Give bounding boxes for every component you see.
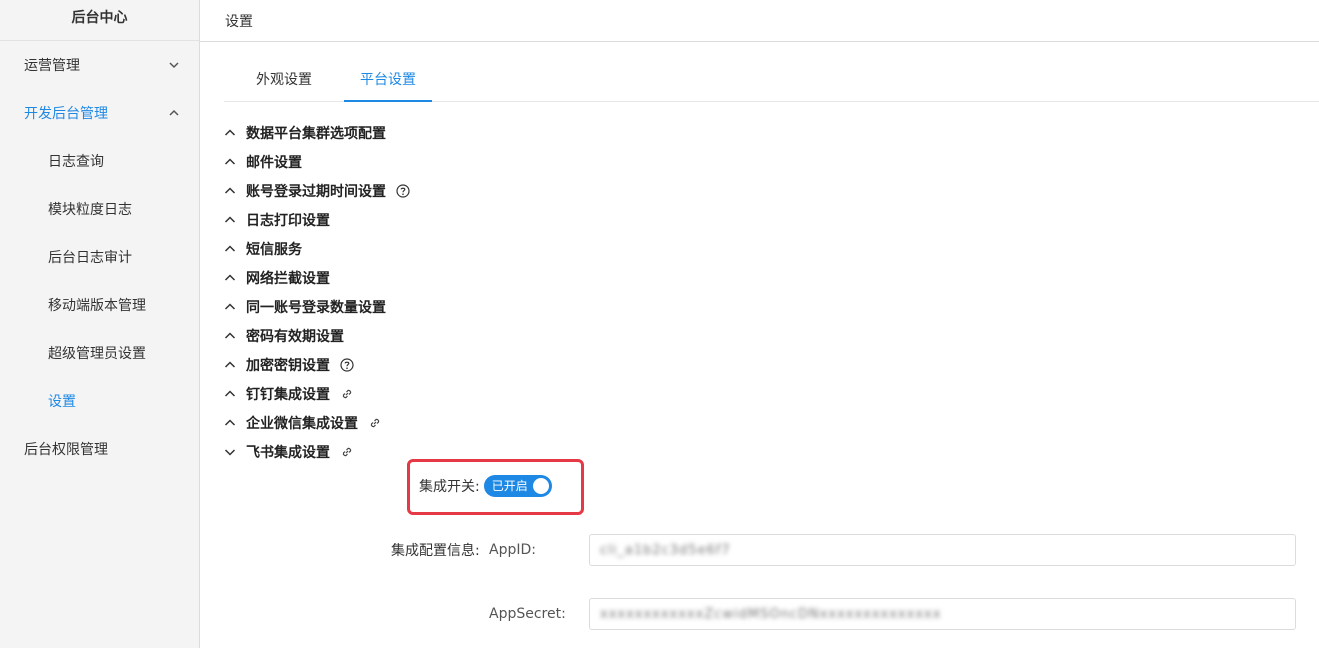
sidebar: 后台中心 运营管理 开发后台管理 日志查询 模块粒度日志 后台日志审计 移动端版… [0,0,200,648]
section-label: 邮件设置 [246,154,302,171]
config-info-label: 集成配置信息: [391,543,480,559]
switch-label: 集成开关: [419,479,480,495]
section-wecom[interactable]: 企业微信集成设置 [224,408,410,437]
sidebar-item-label: 后台日志审计 [48,250,132,266]
caret-up-icon [224,359,246,371]
integration-toggle[interactable]: 已开启 [483,475,552,497]
sidebar-item-dev-admin[interactable]: 开发后台管理 [0,89,199,137]
sidebar-item-operations[interactable]: 运营管理 [0,41,199,89]
sidebar-item-label: 日志查询 [48,154,104,170]
section-feishu[interactable]: 飞书集成设置 [224,437,410,466]
section-mail[interactable]: 邮件设置 [224,147,410,176]
sidebar-item-label: 开发后台管理 [24,106,108,122]
section-label: 短信服务 [246,241,302,258]
sidebar-item-label: 超级管理员设置 [48,346,146,362]
sidebar-item-permissions[interactable]: 后台权限管理 [0,425,199,473]
sidebar-item-label: 设置 [48,394,76,410]
caret-up-icon [224,243,246,255]
section-login-count[interactable]: 同一账号登录数量设置 [224,292,410,321]
sidebar-item-label: 模块粒度日志 [48,202,132,218]
chevron-down-icon [167,58,181,72]
section-label: 网络拦截设置 [246,270,330,287]
section-label: 加密密钥设置 [246,357,330,374]
caret-up-icon [224,127,246,139]
caret-up-icon [224,185,246,197]
appsecret-input[interactable]: xxxxxxxxxxxxZcwidMSOncDNxxxxxxxxxxxxxx [589,598,1296,630]
section-label: 同一账号登录数量设置 [246,299,386,316]
brand-title: 后台中心 [0,0,199,41]
sidebar-item-label: 移动端版本管理 [48,298,146,314]
sidebar-item-settings[interactable]: 设置 [0,377,199,425]
sidebar-item-super-admin[interactable]: 超级管理员设置 [0,329,199,377]
sidebar-item-module-log[interactable]: 模块粒度日志 [0,185,199,233]
section-encryption-key[interactable]: 加密密钥设置 [224,350,410,379]
link-icon[interactable] [340,445,354,459]
link-icon[interactable] [368,416,382,430]
section-dingtalk[interactable]: 钉钉集成设置 [224,379,410,408]
caret-up-icon [224,388,246,400]
section-log-print[interactable]: 日志打印设置 [224,205,410,234]
appsecret-value: xxxxxxxxxxxxZcwidMSOncDNxxxxxxxxxxxxxx [600,606,942,622]
tab-appearance[interactable]: 外观设置 [224,62,344,102]
appsecret-label: AppSecret: [489,606,566,622]
toggle-knob [532,478,549,494]
caret-up-icon [224,417,246,429]
sidebar-item-mobile-version[interactable]: 移动端版本管理 [0,281,199,329]
sidebar-item-label: 运营管理 [24,58,80,74]
sidebar-item-label: 后台权限管理 [24,442,108,458]
section-password-expiry[interactable]: 密码有效期设置 [224,321,410,350]
appid-input[interactable]: cli_a1b2c3d5e6f7 [589,534,1296,566]
section-label: 日志打印设置 [246,212,330,229]
link-icon[interactable] [340,387,354,401]
help-icon[interactable] [340,357,354,372]
toggle-text: 已开启 [491,479,528,493]
section-label: 数据平台集群选项配置 [246,125,386,142]
caret-up-icon [224,156,246,168]
tab-bar: 外观设置 平台设置 [224,62,1319,102]
appid-label: AppID: [489,542,536,558]
chevron-up-icon [167,106,181,120]
section-label: 密码有效期设置 [246,328,344,345]
section-label: 账号登录过期时间设置 [246,183,386,200]
section-network-intercept[interactable]: 网络拦截设置 [224,263,410,292]
page-header: 设置 [200,0,1319,42]
section-label: 企业微信集成设置 [246,415,358,432]
tab-platform[interactable]: 平台设置 [344,62,432,102]
caret-up-icon [224,330,246,342]
caret-up-icon [224,214,246,226]
section-sms[interactable]: 短信服务 [224,234,410,263]
help-icon[interactable] [396,183,410,198]
section-cluster-options[interactable]: 数据平台集群选项配置 [224,118,410,147]
caret-up-icon [224,301,246,313]
caret-up-icon [224,272,246,284]
appid-value: cli_a1b2c3d5e6f7 [600,542,731,558]
section-login-expiry[interactable]: 账号登录过期时间设置 [224,176,410,205]
settings-sections: 数据平台集群选项配置 邮件设置 账号登录过期时间设置 日志打印设置 短信服务 网… [224,118,410,466]
page-title: 设置 [225,13,253,30]
sidebar-item-log-audit[interactable]: 后台日志审计 [0,233,199,281]
sidebar-item-log-query[interactable]: 日志查询 [0,137,199,185]
caret-down-icon [224,446,246,458]
integration-switch-row: 集成开关: 已开启 [419,474,552,498]
section-label: 钉钉集成设置 [246,386,330,403]
section-label: 飞书集成设置 [246,444,330,461]
